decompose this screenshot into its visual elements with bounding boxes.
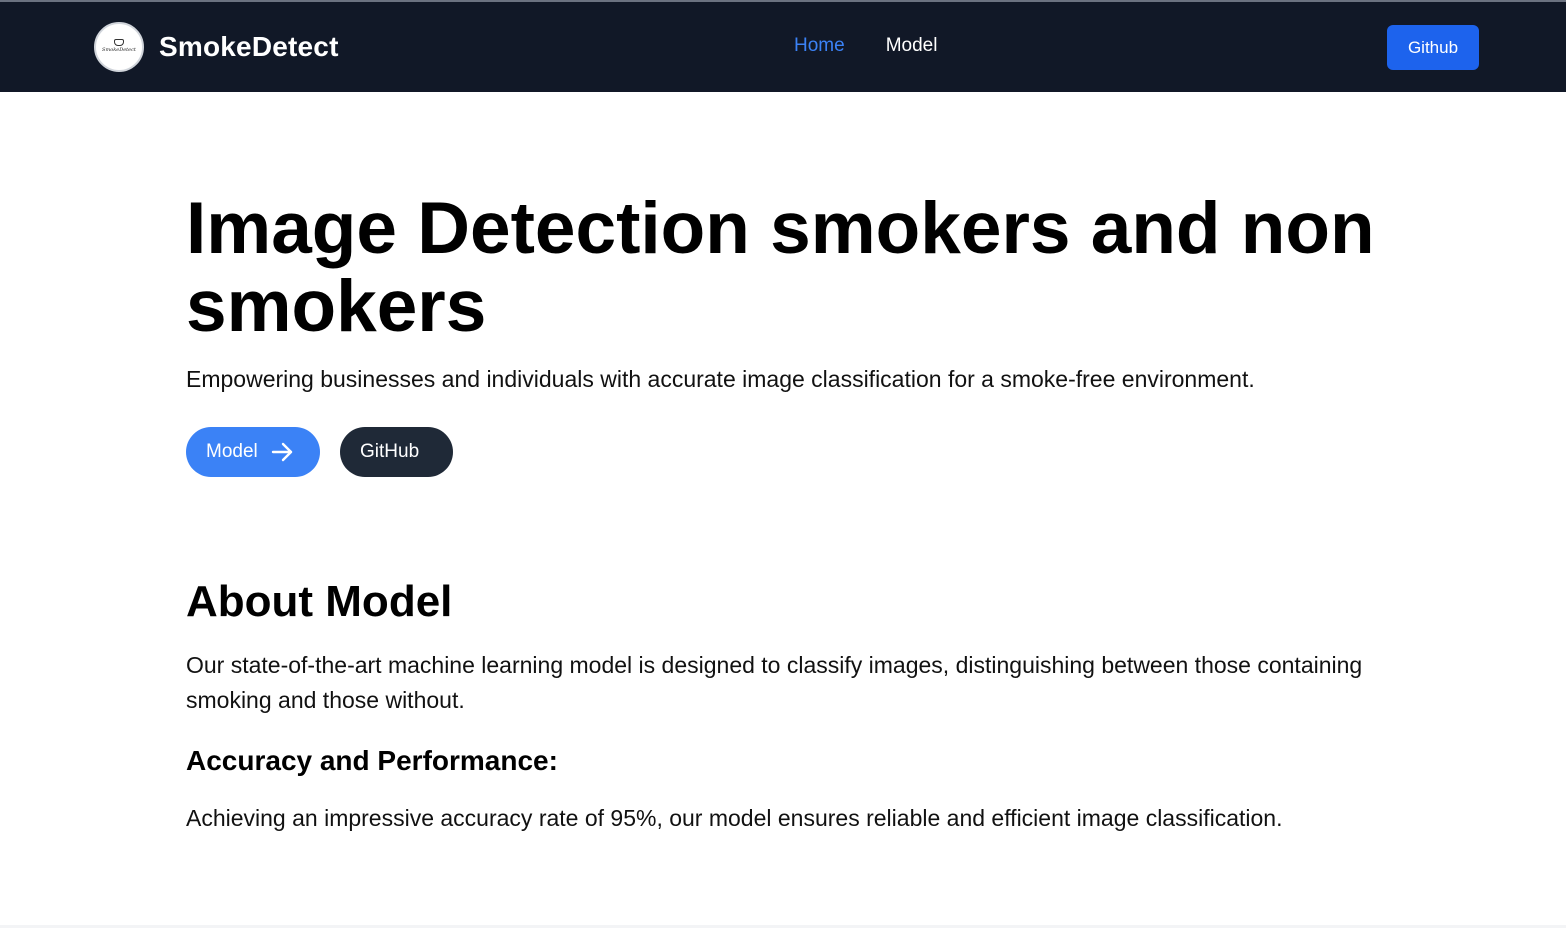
- logo-text: SmokeDetect: [102, 47, 136, 53]
- hero-subtitle: Empowering businesses and individuals wi…: [186, 366, 1255, 392]
- model-button-label: Model: [206, 441, 258, 462]
- performance-text: Achieving an impressive accuracy rate of…: [186, 805, 1283, 831]
- hero-title: Image Detection smokers and non smokers: [186, 188, 1375, 347]
- model-button[interactable]: Model: [186, 427, 320, 477]
- brand-name: SmokeDetect: [159, 31, 339, 62]
- nav-links: Home Model: [794, 34, 937, 58]
- github-button[interactable]: GitHub: [340, 427, 453, 477]
- navbar: SmokeDetect SmokeDetect Home Model Githu…: [0, 2, 1566, 92]
- performance-title: Accuracy and Performance:: [186, 745, 558, 776]
- brand-link[interactable]: SmokeDetect SmokeDetect: [94, 22, 339, 72]
- about-text: Our state-of-the-art machine learning mo…: [186, 652, 1363, 713]
- nav-link-model[interactable]: Model: [886, 34, 938, 58]
- hero-buttons: Model GitHub: [186, 427, 453, 477]
- about-title: About Model: [186, 577, 453, 626]
- github-nav-button[interactable]: Github: [1387, 25, 1479, 70]
- github-button-label: GitHub: [360, 441, 420, 462]
- nav-link-home[interactable]: Home: [794, 34, 845, 58]
- arrow-right-icon: [270, 440, 294, 464]
- logo-cup-mark: [114, 39, 124, 46]
- logo-icon: SmokeDetect: [94, 22, 144, 72]
